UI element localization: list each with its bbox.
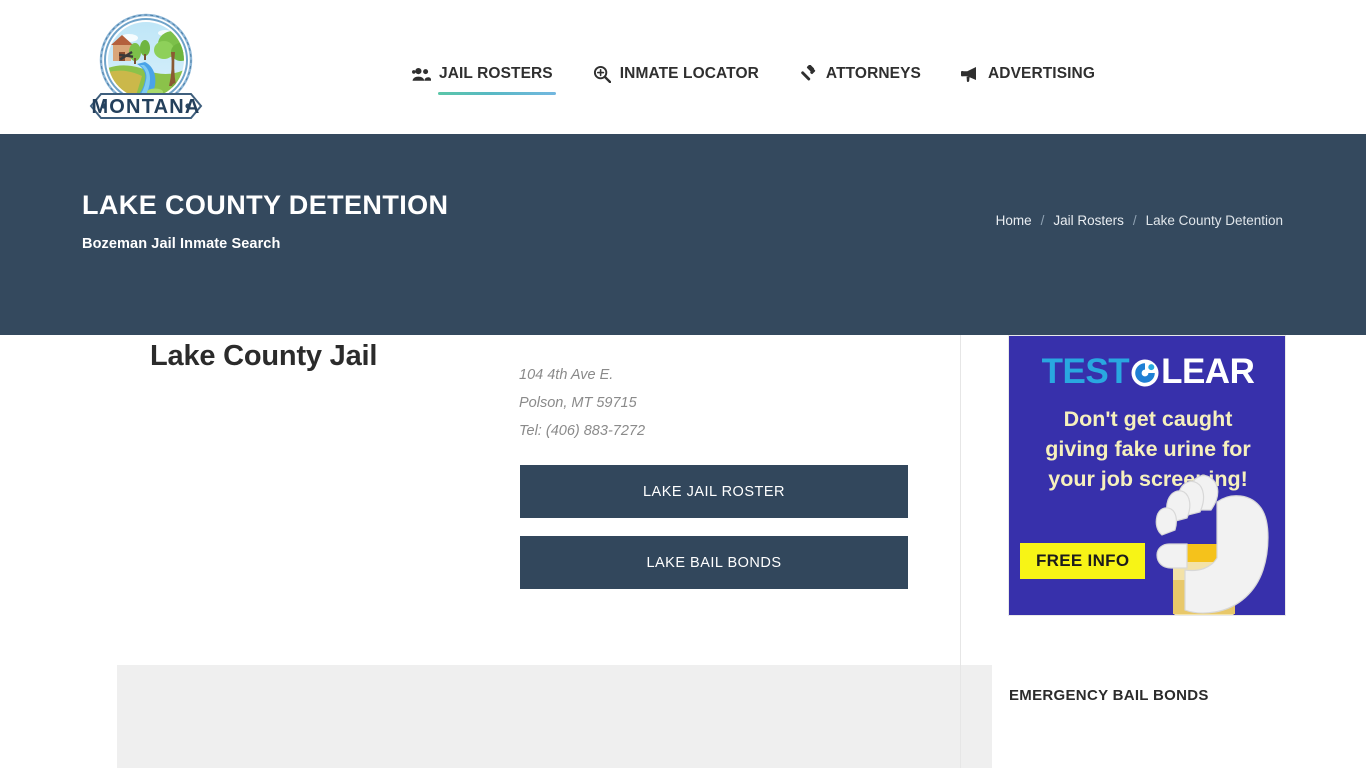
address-city-state-zip: Polson, MT 59715 <box>519 395 637 411</box>
search-plus-icon <box>593 65 612 84</box>
active-nav-underline <box>438 92 556 95</box>
main-navigation: JAIL ROSTERS INMATE LOCATOR ATTORNEYS AD… <box>412 62 1096 95</box>
breadcrumb: Home / Jail Rosters / Lake County Detent… <box>996 213 1283 228</box>
users-icon <box>412 65 431 84</box>
address-street: 104 4th Ave E. <box>519 367 614 383</box>
cta-button-group: LAKE JAIL ROSTER LAKE BAIL BONDS <box>520 465 908 589</box>
sidebar-section-heading: EMERGENCY BAIL BONDS <box>1009 687 1209 704</box>
nav-item-advertising[interactable]: ADVERTISING <box>960 62 1096 86</box>
testclear-ad-banner[interactable]: TEST LEAR Don't get caught giving fake u… <box>1008 335 1286 616</box>
breadcrumb-separator: / <box>1040 213 1045 228</box>
breadcrumb-item-home[interactable]: Home <box>996 213 1032 228</box>
testclear-logo-part1: TEST <box>1041 352 1130 391</box>
lake-bail-bonds-button[interactable]: LAKE BAIL BONDS <box>520 536 908 589</box>
content-placeholder-panel <box>117 665 992 768</box>
facility-address: 104 4th Ave E. Polson, MT 59715 Tel: (40… <box>519 361 645 445</box>
page-subtitle: Bozeman Jail Inmate Search <box>82 236 281 252</box>
page-title: LAKE COUNTY DETENTION <box>82 190 449 220</box>
nav-item-attorneys[interactable]: ATTORNEYS <box>799 62 939 86</box>
jail-name-heading: Lake County Jail <box>150 340 378 372</box>
svg-text:MONTANA: MONTANA <box>91 96 200 118</box>
nav-item-inmate-locator[interactable]: INMATE LOCATOR <box>593 62 777 86</box>
montana-badge-logo: MONTANA <box>89 13 203 119</box>
lake-jail-roster-button[interactable]: LAKE JAIL ROSTER <box>520 465 908 518</box>
site-logo[interactable]: MONTANA <box>85 8 207 126</box>
page-banner: LAKE COUNTY DETENTION Bozeman Jail Inmat… <box>0 134 1366 335</box>
nav-label: ATTORNEYS <box>825 65 921 82</box>
breadcrumb-item-jail-rosters[interactable]: Jail Rosters <box>1053 213 1124 228</box>
c-circle-icon <box>1130 358 1160 388</box>
nav-label: INMATE LOCATOR <box>619 65 759 82</box>
nav-label: JAIL ROSTERS <box>439 65 553 82</box>
testclear-logo: TEST LEAR <box>1009 350 1285 394</box>
site-header: MONTANA JAIL ROSTERS INMATE LOCATOR ATTO… <box>0 0 1366 134</box>
gavel-icon <box>799 65 818 84</box>
gloved-hand-with-urine-cup-image <box>1099 440 1285 615</box>
ad-headline-line-1: Don't get caught <box>1063 407 1233 431</box>
ad-free-info-button[interactable]: FREE INFO <box>1020 543 1146 579</box>
breadcrumb-separator: / <box>1132 213 1137 228</box>
testclear-logo-part2: LEAR <box>1161 352 1255 391</box>
sidebar: TEST LEAR Don't get caught giving fake u… <box>1008 335 1286 704</box>
main-content: Lake County Jail 104 4th Ave E. Polson, … <box>0 335 1366 768</box>
primary-column: Lake County Jail 104 4th Ave E. Polson, … <box>60 335 992 768</box>
nav-label: ADVERTISING <box>987 65 1096 82</box>
breadcrumb-item-current: Lake County Detention <box>1145 213 1283 228</box>
column-divider <box>960 335 961 768</box>
bullhorn-icon <box>960 65 980 84</box>
address-phone: Tel: (406) 883-7272 <box>519 423 646 439</box>
nav-item-jail-rosters[interactable]: JAIL ROSTERS <box>412 62 571 95</box>
